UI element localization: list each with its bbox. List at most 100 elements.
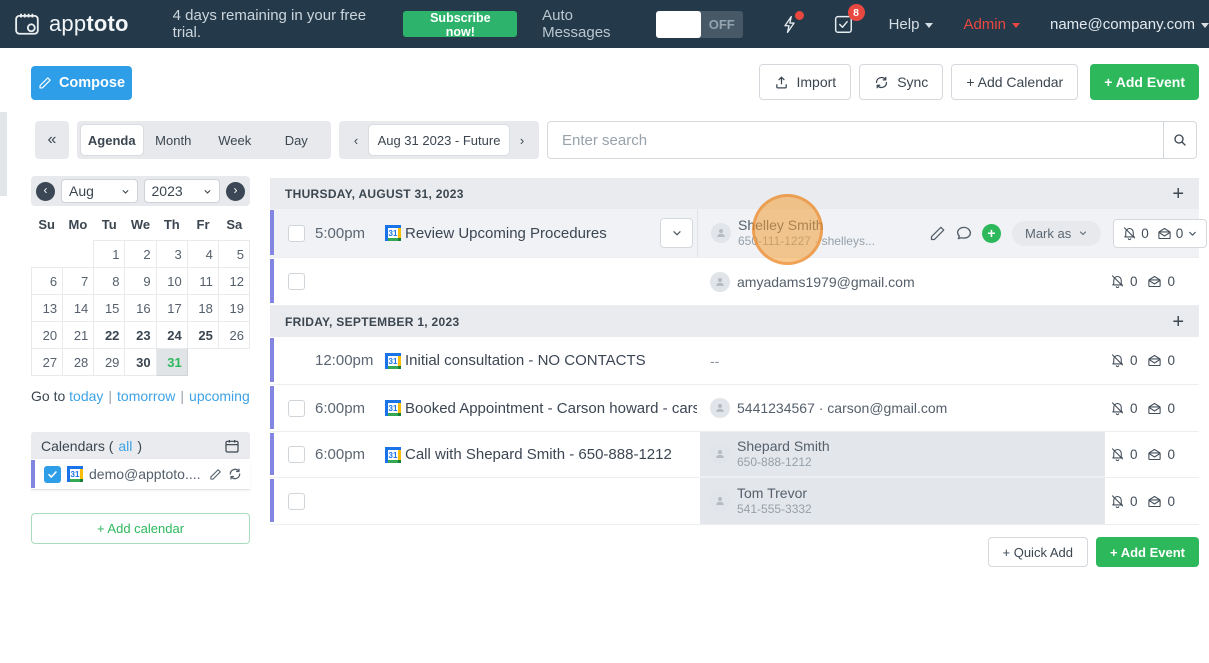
calendar-day[interactable]: 28: [63, 349, 94, 376]
calendar-color-stripe: [31, 460, 35, 488]
apptoto-logo[interactable]: apptoto: [14, 11, 129, 37]
month-select[interactable]: Aug: [61, 179, 138, 203]
event-color-stripe: [270, 210, 274, 255]
calendar-day[interactable]: 25: [187, 322, 218, 349]
collapse-sidebar-button[interactable]: «: [35, 121, 69, 159]
refresh-calendar-icon[interactable]: [228, 467, 242, 481]
contact-name: Tom Trevor: [737, 484, 812, 502]
tasks-button[interactable]: 8: [832, 13, 854, 35]
search-input[interactable]: [548, 122, 1163, 158]
event-row[interactable]: 5:00pm 31 Review Upcoming Procedures She…: [270, 209, 1199, 258]
admin-menu[interactable]: Admin: [963, 16, 1020, 33]
goto-upcoming-link[interactable]: upcoming: [189, 388, 250, 404]
calendar-day[interactable]: 27: [32, 349, 63, 376]
calendar-day[interactable]: 16: [125, 295, 156, 322]
mail-icon: [1147, 274, 1162, 289]
account-menu[interactable]: name@company.com: [1050, 16, 1209, 33]
calendar-day[interactable]: 19: [218, 295, 249, 322]
bell-slash-icon: [1110, 353, 1125, 368]
add-contact-icon[interactable]: +: [982, 224, 1001, 243]
calendar-day[interactable]: 6: [32, 268, 63, 295]
calendar-day[interactable]: 23: [125, 322, 156, 349]
add-event-to-day-button[interactable]: +: [1172, 184, 1184, 204]
next-month-button[interactable]: ›: [226, 182, 245, 201]
search-button[interactable]: [1163, 122, 1196, 158]
calendar-day-selected[interactable]: 31: [156, 349, 187, 376]
apptoto-logo-icon: [14, 11, 41, 37]
event-row[interactable]: Tom Trevor 541-555-3332 0 0: [270, 478, 1199, 525]
event-checkbox[interactable]: [288, 273, 305, 290]
activity-bolt-button[interactable]: [780, 14, 800, 35]
google-calendar-icon: 31: [385, 400, 401, 416]
add-calendar-button[interactable]: + Add Calendar: [951, 64, 1078, 100]
quick-add-button[interactable]: + Quick Add: [988, 537, 1088, 567]
event-checkbox[interactable]: [288, 400, 305, 417]
prev-month-button[interactable]: ‹: [36, 182, 55, 201]
calendar-day[interactable]: 26: [218, 322, 249, 349]
tab-agenda[interactable]: Agenda: [81, 125, 143, 155]
calendar-day[interactable]: 20: [32, 322, 63, 349]
bell-slash-icon: [1110, 274, 1125, 289]
google-calendar-icon: 31: [385, 447, 401, 463]
add-event-button[interactable]: + Add Event: [1090, 64, 1199, 100]
add-event-footer-button[interactable]: + Add Event: [1096, 537, 1199, 567]
calendar-day[interactable]: 29: [94, 349, 125, 376]
event-checkbox[interactable]: [288, 225, 305, 242]
calendar-day[interactable]: 11: [187, 268, 218, 295]
event-checkbox[interactable]: [288, 446, 305, 463]
calendar-day[interactable]: 21: [63, 322, 94, 349]
event-row[interactable]: 6:00pm 31 Call with Shepard Smith - 650-…: [270, 432, 1199, 478]
edit-event-icon[interactable]: [929, 225, 946, 242]
prev-range-button[interactable]: ‹: [343, 125, 369, 155]
calendar-day[interactable]: 3: [156, 241, 187, 268]
calendar-day[interactable]: 17: [156, 295, 187, 322]
subscribe-now-button[interactable]: Subscribe now!: [403, 11, 517, 37]
sync-button[interactable]: Sync: [859, 64, 943, 100]
calendar-day[interactable]: 7: [63, 268, 94, 295]
event-row[interactable]: 6:00pm 31 Booked Appointment - Carson ho…: [270, 385, 1199, 432]
tab-day[interactable]: Day: [266, 125, 328, 155]
calendar-day[interactable]: 8: [94, 268, 125, 295]
date-range-label[interactable]: Aug 31 2023 - Future: [369, 125, 509, 155]
import-button[interactable]: Import: [759, 64, 852, 100]
help-menu[interactable]: Help: [889, 16, 934, 33]
year-select[interactable]: 2023: [144, 179, 221, 203]
message-bubble-icon[interactable]: [955, 224, 973, 242]
calendar-day[interactable]: 24: [156, 322, 187, 349]
goto-tomorrow-link[interactable]: tomorrow: [117, 388, 175, 404]
calendar-day[interactable]: 13: [32, 295, 63, 322]
calendar-day[interactable]: 15: [94, 295, 125, 322]
compose-button[interactable]: Compose: [31, 66, 132, 100]
calendars-all-link[interactable]: all: [118, 438, 132, 454]
mark-as-button[interactable]: Mark as: [1012, 221, 1101, 246]
calendar-day[interactable]: 4: [187, 241, 218, 268]
calendar-day[interactable]: 1: [94, 241, 125, 268]
calendar-day[interactable]: 9: [125, 268, 156, 295]
calendar-day[interactable]: 10: [156, 268, 187, 295]
event-contact: --: [700, 337, 1105, 384]
calendar-day[interactable]: 12: [218, 268, 249, 295]
calendar-day[interactable]: 14: [63, 295, 94, 322]
calendar-day[interactable]: 30: [125, 349, 156, 376]
goto-today-link[interactable]: today: [69, 388, 103, 404]
chevron-down-icon: [121, 187, 130, 196]
tab-week[interactable]: Week: [204, 125, 266, 155]
calendar-day[interactable]: 18: [187, 295, 218, 322]
calendar-day[interactable]: 22: [94, 322, 125, 349]
edit-calendar-icon[interactable]: [209, 468, 222, 481]
event-row[interactable]: amyadams1979@gmail.com 0 0: [270, 258, 1199, 306]
calendar-day[interactable]: 5: [218, 241, 249, 268]
event-row[interactable]: 12:00pm 31 Initial consultation - NO CON…: [270, 337, 1199, 385]
notification-counts-dropdown[interactable]: 0 0: [1113, 219, 1207, 248]
event-dropdown-button[interactable]: [660, 218, 693, 248]
add-calendar-sidebar-button[interactable]: + Add calendar: [31, 513, 250, 544]
calendar-day[interactable]: 2: [125, 241, 156, 268]
calendar-checkbox-checked[interactable]: [44, 466, 61, 483]
tab-month[interactable]: Month: [143, 125, 205, 155]
calendar-day: [218, 349, 249, 376]
add-event-to-day-button[interactable]: +: [1172, 312, 1184, 332]
event-checkbox[interactable]: [288, 493, 305, 510]
contact-avatar-icon: [710, 491, 730, 511]
auto-messages-toggle[interactable]: OFF: [656, 11, 743, 38]
next-range-button[interactable]: ›: [509, 125, 535, 155]
